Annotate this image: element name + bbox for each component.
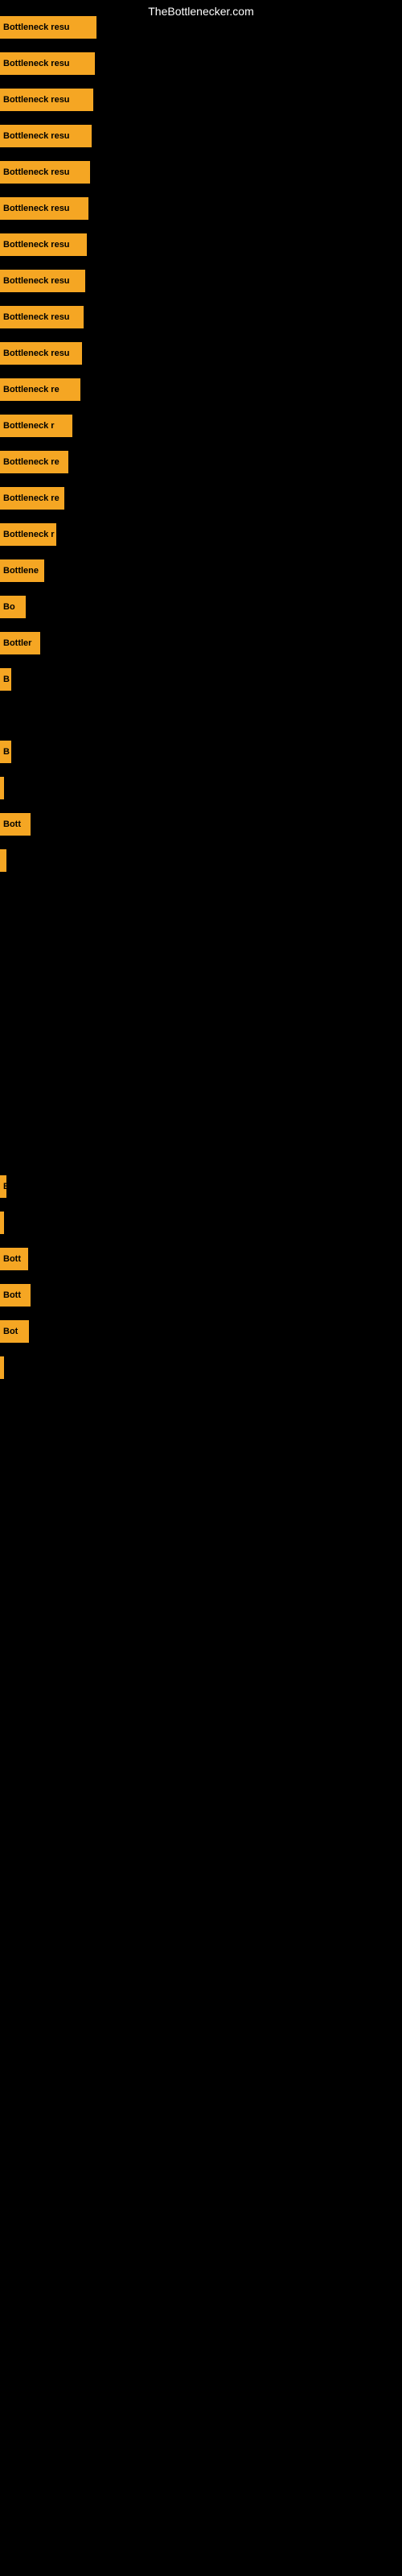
bar-label: Bottleneck r xyxy=(3,530,55,539)
bar-label: Bottleneck re xyxy=(3,493,59,503)
bar-label: Bott xyxy=(3,819,21,829)
bottleneck-bar: Bot xyxy=(0,1320,29,1343)
bottleneck-bar: Bott xyxy=(0,813,31,836)
bottleneck-bar: Bottleneck r xyxy=(0,523,56,546)
bar-label: Bottleneck resu xyxy=(3,59,70,68)
bottleneck-bar: Bottleneck re xyxy=(0,378,80,401)
bar-label: B xyxy=(3,747,10,757)
bottleneck-bar: Bottleneck r xyxy=(0,415,72,437)
bottleneck-bar: E xyxy=(0,1175,6,1198)
bar-label: Bo xyxy=(3,602,15,612)
bottleneck-bar: Bottler xyxy=(0,632,40,654)
bottleneck-bar: Bottleneck resu xyxy=(0,89,93,111)
bottleneck-bar: Bottlene xyxy=(0,559,44,582)
bottleneck-bar: B xyxy=(0,668,11,691)
bar-label: Bott xyxy=(3,1290,21,1300)
bottleneck-bar xyxy=(0,1212,4,1234)
bottleneck-bar: Bottleneck resu xyxy=(0,270,85,292)
bottleneck-bar xyxy=(0,777,4,799)
bottleneck-bar: Bott xyxy=(0,1284,31,1307)
bottleneck-bar: B xyxy=(0,741,11,763)
bottleneck-bar: Bottleneck resu xyxy=(0,161,90,184)
bar-label: Bottleneck resu xyxy=(3,23,70,32)
bottleneck-bar: Bo xyxy=(0,596,26,618)
bar-label: Bottleneck resu xyxy=(3,349,70,358)
bar-label: Bottleneck r xyxy=(3,421,55,431)
bottleneck-bar: Bottleneck resu xyxy=(0,16,96,39)
bottleneck-bar: Bottleneck re xyxy=(0,451,68,473)
bottleneck-bar: Bottleneck resu xyxy=(0,197,88,220)
bar-label: Bottleneck resu xyxy=(3,312,70,322)
bar-label: Bottleneck resu xyxy=(3,167,70,177)
bar-label: Bottleneck re xyxy=(3,385,59,394)
bottleneck-bar xyxy=(0,849,6,872)
bottleneck-bar xyxy=(0,1356,4,1379)
bottleneck-bar: Bott xyxy=(0,1248,28,1270)
bar-label: Bottleneck re xyxy=(3,457,59,467)
bar-label: E xyxy=(3,1182,6,1191)
bottleneck-bar: Bottleneck resu xyxy=(0,306,84,328)
bar-label: Bot xyxy=(3,1327,18,1336)
bottleneck-bar: Bottleneck resu xyxy=(0,233,87,256)
bar-label: B xyxy=(3,675,10,684)
bar-label: Bottleneck resu xyxy=(3,204,70,213)
bar-label: Bott xyxy=(3,1254,21,1264)
bar-label: Bottleneck resu xyxy=(3,131,70,141)
bar-label: Bottleneck resu xyxy=(3,276,70,286)
bottleneck-bar: Bottleneck resu xyxy=(0,342,82,365)
bottleneck-bar: Bottleneck resu xyxy=(0,52,95,75)
bar-label: Bottlene xyxy=(3,566,39,576)
bottleneck-bar: Bottleneck re xyxy=(0,487,64,510)
bar-label: Bottleneck resu xyxy=(3,240,70,250)
bar-label: Bottleneck resu xyxy=(3,95,70,105)
bottleneck-bar: Bottleneck resu xyxy=(0,125,92,147)
bar-label: Bottler xyxy=(3,638,31,648)
